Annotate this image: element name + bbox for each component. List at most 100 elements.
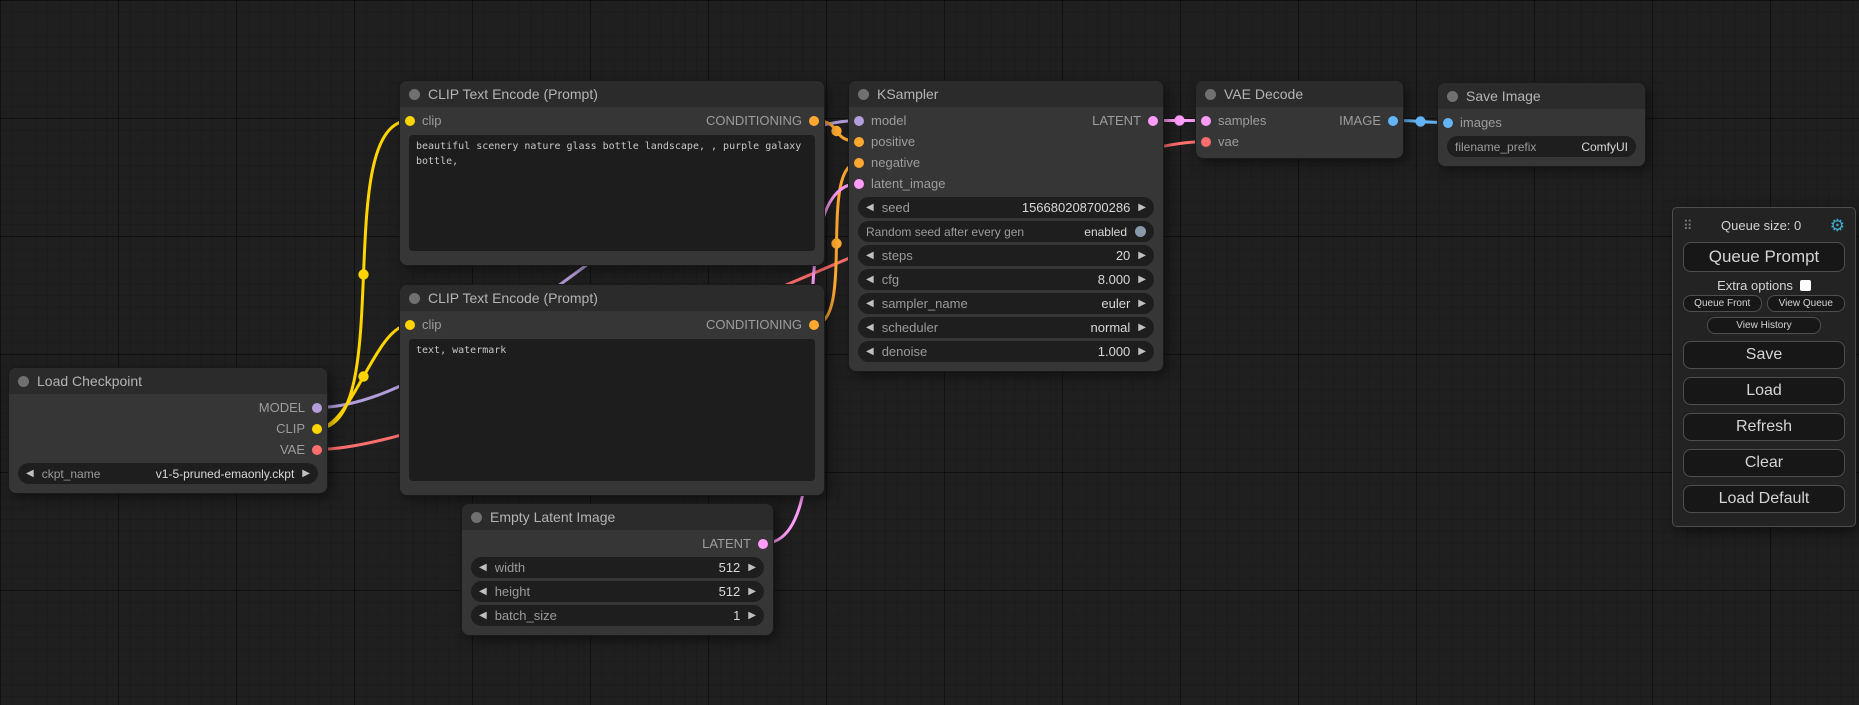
next-value-arrow-icon[interactable]: ▶ (1138, 274, 1146, 285)
batch-size-widget[interactable]: ◀ batch_size 1 ▶ (471, 605, 764, 626)
node-title-bar[interactable]: Save Image (1438, 83, 1645, 109)
collapse-dot-icon[interactable] (18, 376, 29, 387)
refresh-button[interactable]: Refresh (1683, 413, 1845, 441)
save-button[interactable]: Save (1683, 341, 1845, 369)
next-value-arrow-icon[interactable]: ▶ (1138, 202, 1146, 213)
queue-front-button[interactable]: Queue Front (1683, 295, 1762, 312)
widget-value: 1.000 (1098, 344, 1131, 359)
prev-value-arrow-icon[interactable]: ◀ (866, 346, 874, 357)
seed-widget[interactable]: ◀ seed 156680208700286 ▶ (858, 197, 1154, 218)
node-clip-text-encode-negative[interactable]: CLIP Text Encode (Prompt) clip CONDITION… (400, 285, 824, 495)
conditioning-output-dot[interactable] (809, 320, 819, 330)
next-value-arrow-icon[interactable]: ▶ (1138, 322, 1146, 333)
input-slot-clip: clip (405, 113, 442, 128)
output-slot-conditioning: CONDITIONING (706, 113, 819, 128)
latent-image-input-dot[interactable] (854, 179, 864, 189)
steps-widget[interactable]: ◀ steps 20 ▶ (858, 245, 1154, 266)
widget-value: 512 (719, 584, 741, 599)
image-output-dot[interactable] (1388, 116, 1398, 126)
vae-input-dot[interactable] (1201, 137, 1211, 147)
prompt-textarea[interactable]: text, watermark (409, 339, 815, 481)
random-seed-toggle-widget[interactable]: Random seed after every gen enabled (858, 221, 1154, 242)
cfg-widget[interactable]: ◀ cfg 8.000 ▶ (858, 269, 1154, 290)
collapse-dot-icon[interactable] (1447, 91, 1458, 102)
scheduler-widget[interactable]: ◀ scheduler normal ▶ (858, 317, 1154, 338)
output-slot-clip: CLIP (9, 418, 327, 439)
settings-gear-icon[interactable]: ⚙ (1830, 217, 1845, 234)
drag-handle-icon[interactable]: ⠿ (1683, 218, 1693, 234)
node-title: CLIP Text Encode (Prompt) (428, 86, 598, 102)
prev-value-arrow-icon[interactable]: ◀ (479, 610, 487, 621)
prev-value-arrow-icon[interactable]: ◀ (866, 322, 874, 333)
next-value-arrow-icon[interactable]: ▶ (302, 468, 310, 479)
next-value-arrow-icon[interactable]: ▶ (1138, 250, 1146, 261)
latent-output-dot[interactable] (758, 539, 768, 549)
widget-value: 20 (1116, 248, 1130, 263)
queue-size-label: Queue size: 0 (1721, 218, 1801, 233)
slot-label: IMAGE (1339, 113, 1381, 128)
node-title-bar[interactable]: CLIP Text Encode (Prompt) (400, 81, 824, 107)
node-title-bar[interactable]: Load Checkpoint (9, 368, 327, 394)
slot-label: clip (422, 317, 442, 332)
node-clip-text-encode-positive[interactable]: CLIP Text Encode (Prompt) clip CONDITION… (400, 81, 824, 265)
filename-prefix-widget[interactable]: filename_prefix ComfyUI (1447, 136, 1636, 157)
next-value-arrow-icon[interactable]: ▶ (1138, 346, 1146, 357)
collapse-dot-icon[interactable] (409, 293, 420, 304)
samples-input-dot[interactable] (1201, 116, 1211, 126)
prompt-textarea[interactable]: beautiful scenery nature glass bottle la… (409, 135, 815, 251)
images-input-dot[interactable] (1443, 118, 1453, 128)
model-input-dot[interactable] (854, 116, 864, 126)
height-widget[interactable]: ◀ height 512 ▶ (471, 581, 764, 602)
node-title: Load Checkpoint (37, 373, 142, 389)
node-vae-decode[interactable]: VAE Decode samples IMAGE vae (1196, 81, 1403, 158)
clip-input-dot[interactable] (405, 320, 415, 330)
clip-input-dot[interactable] (405, 116, 415, 126)
prev-value-arrow-icon[interactable]: ◀ (866, 250, 874, 261)
latent-output-dot[interactable] (1148, 116, 1158, 126)
ckpt-name-widget[interactable]: ◀ ckpt_name v1-5-pruned-emaonly.ckpt ▶ (18, 463, 318, 484)
negative-input-dot[interactable] (854, 158, 864, 168)
next-value-arrow-icon[interactable]: ▶ (748, 562, 756, 573)
denoise-widget[interactable]: ◀ denoise 1.000 ▶ (858, 341, 1154, 362)
prev-value-arrow-icon[interactable]: ◀ (479, 586, 487, 597)
node-title: Empty Latent Image (490, 509, 615, 525)
prev-value-arrow-icon[interactable]: ◀ (866, 202, 874, 213)
collapse-dot-icon[interactable] (471, 512, 482, 523)
next-value-arrow-icon[interactable]: ▶ (1138, 298, 1146, 309)
node-title-bar[interactable]: Empty Latent Image (462, 504, 773, 530)
vae-output-dot[interactable] (312, 445, 322, 455)
model-output-dot[interactable] (312, 403, 322, 413)
next-value-arrow-icon[interactable]: ▶ (748, 610, 756, 621)
node-title-bar[interactable]: KSampler (849, 81, 1163, 107)
extra-options-checkbox[interactable] (1800, 280, 1811, 291)
prev-value-arrow-icon[interactable]: ◀ (866, 298, 874, 309)
clip-output-dot[interactable] (312, 424, 322, 434)
queue-prompt-button[interactable]: Queue Prompt (1683, 242, 1845, 272)
positive-input-dot[interactable] (854, 137, 864, 147)
widget-name: ckpt_name (42, 467, 101, 481)
sampler-name-widget[interactable]: ◀ sampler_name euler ▶ (858, 293, 1154, 314)
collapse-dot-icon[interactable] (409, 89, 420, 100)
next-value-arrow-icon[interactable]: ▶ (748, 586, 756, 597)
toggle-on-indicator[interactable] (1135, 226, 1146, 237)
collapse-dot-icon[interactable] (858, 89, 869, 100)
node-ksampler[interactable]: KSampler model LATENT positive (849, 81, 1163, 371)
view-history-button[interactable]: View History (1707, 317, 1820, 334)
conditioning-output-dot[interactable] (809, 116, 819, 126)
prev-value-arrow-icon[interactable]: ◀ (479, 562, 487, 573)
node-empty-latent-image[interactable]: Empty Latent Image LATENT ◀ width 512 ▶ … (462, 504, 773, 635)
load-default-button[interactable]: Load Default (1683, 485, 1845, 513)
prev-value-arrow-icon[interactable]: ◀ (866, 274, 874, 285)
node-load-checkpoint[interactable]: Load Checkpoint MODEL CLIP VAE ◀ ckpt_na… (9, 368, 327, 493)
collapse-dot-icon[interactable] (1205, 89, 1216, 100)
view-queue-button[interactable]: View Queue (1767, 295, 1846, 312)
node-canvas[interactable]: Load Checkpoint MODEL CLIP VAE ◀ ckpt_na… (0, 0, 1859, 705)
node-title-bar[interactable]: CLIP Text Encode (Prompt) (400, 285, 824, 311)
width-widget[interactable]: ◀ width 512 ▶ (471, 557, 764, 578)
node-save-image[interactable]: Save Image images filename_prefix ComfyU… (1438, 83, 1645, 166)
node-title-bar[interactable]: VAE Decode (1196, 81, 1403, 107)
input-slot-negative: negative (849, 152, 1163, 173)
prev-value-arrow-icon[interactable]: ◀ (26, 468, 34, 479)
clear-button[interactable]: Clear (1683, 449, 1845, 477)
load-button[interactable]: Load (1683, 377, 1845, 405)
